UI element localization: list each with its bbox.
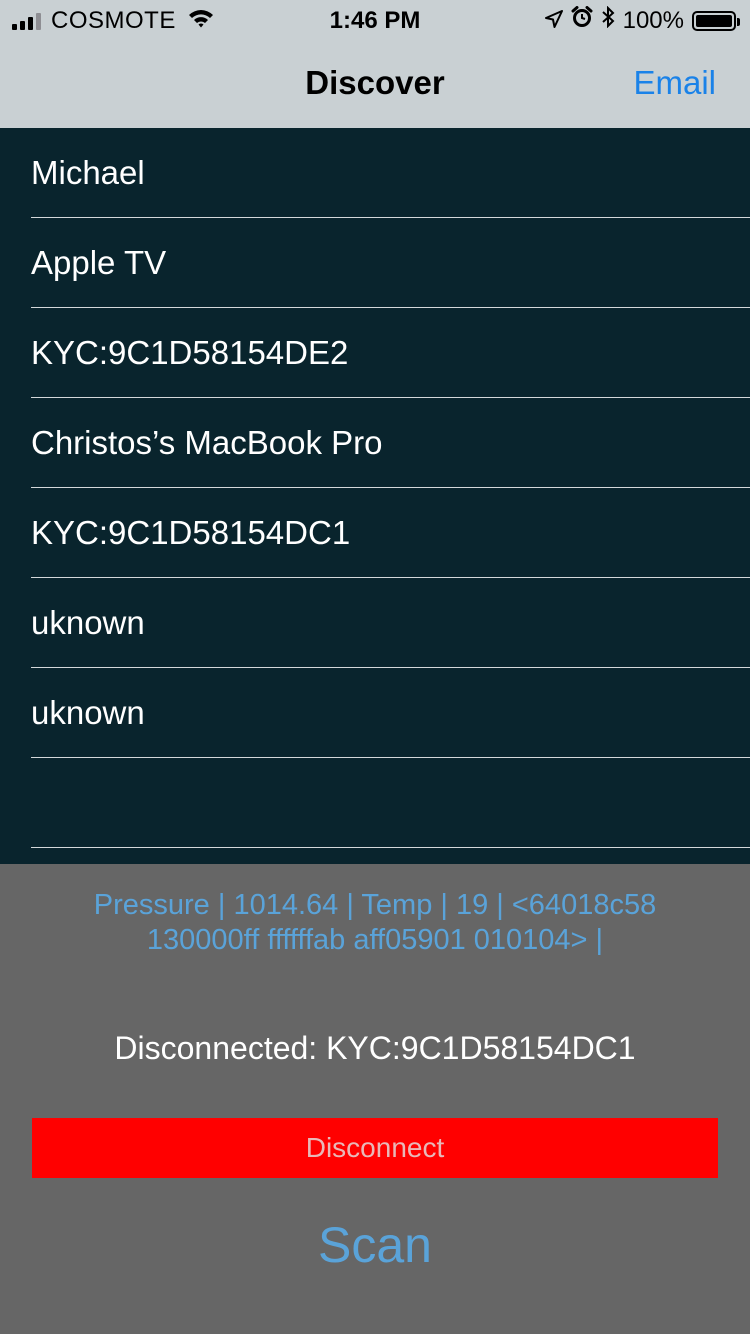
device-list[interactable]: Michael Apple TV KYC:9C1D58154DE2 Christ… [0, 128, 750, 864]
list-item[interactable]: KYC:9C1D58154DE2 [31, 308, 750, 398]
list-item[interactable]: uknown [31, 578, 750, 668]
sensor-readout: Pressure | 1014.64 | Temp | 19 | <64018c… [40, 888, 710, 958]
connection-status: Disconnected: KYC:9C1D58154DC1 [114, 1030, 636, 1066]
sensor-line-1: Pressure | 1014.64 | Temp | 19 | <64018c… [93, 889, 657, 921]
navigation-bar: Discover Email [0, 40, 750, 128]
list-item[interactable]: Apple TV [31, 218, 750, 308]
device-name: Christos’s MacBook Pro [31, 424, 383, 461]
status-bar: COSMOTE 1:46 PM 100% [0, 0, 750, 40]
battery-percentage: 100% [622, 6, 684, 34]
device-name: KYC:9C1D58154DC1 [31, 514, 351, 551]
sensor-line-2: 130000ff ffffffab aff05901 010104> | [146, 924, 604, 956]
disconnect-button[interactable]: Disconnect [32, 1118, 718, 1178]
list-item[interactable]: uknown [31, 668, 750, 758]
bluetooth-icon [601, 5, 615, 35]
device-name: Apple TV [31, 244, 167, 281]
email-button[interactable]: Email [633, 64, 716, 102]
location-arrow-icon [544, 7, 563, 35]
device-name: uknown [31, 604, 145, 641]
list-item[interactable]: KYC:9C1D58154DC1 [31, 488, 750, 578]
status-right: 100% [544, 5, 740, 35]
device-name: Michael [31, 154, 145, 191]
scan-button[interactable]: Scan [0, 1216, 750, 1274]
alarm-icon [571, 6, 593, 35]
control-panel: Pressure | 1014.64 | Temp | 19 | <64018c… [0, 864, 750, 1334]
list-item[interactable]: Michael [31, 128, 750, 218]
device-name: uknown [31, 694, 145, 731]
list-item-empty[interactable] [31, 758, 750, 848]
list-item[interactable]: Christos’s MacBook Pro [31, 398, 750, 488]
battery-icon [692, 10, 740, 31]
device-name: KYC:9C1D58154DE2 [31, 334, 349, 371]
